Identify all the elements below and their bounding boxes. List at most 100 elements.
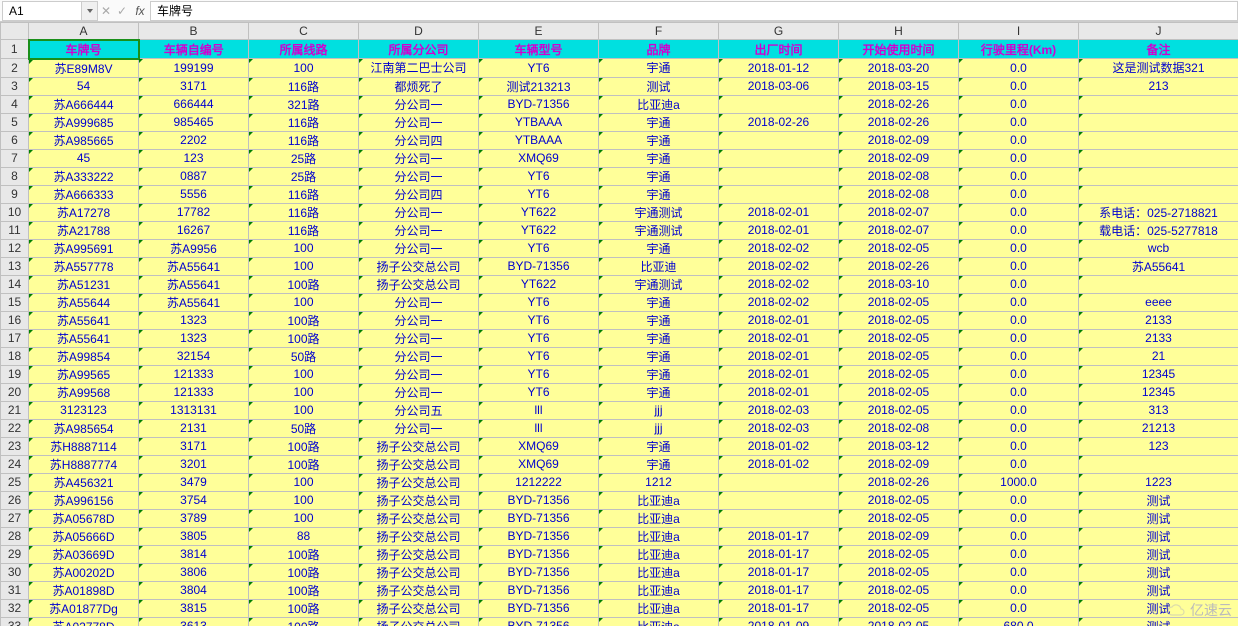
data-cell[interactable]: 0.0 xyxy=(959,149,1079,167)
data-cell[interactable]: 分公司一 xyxy=(359,293,479,311)
data-cell[interactable]: 88 xyxy=(249,527,359,545)
data-cell[interactable]: 0.0 xyxy=(959,599,1079,617)
header-cell[interactable]: 开始使用时间 xyxy=(839,40,959,59)
data-cell[interactable]: 苏A456321 xyxy=(29,473,139,491)
data-cell[interactable]: 2018-02-05 xyxy=(839,545,959,563)
row-header[interactable]: 24 xyxy=(1,455,29,473)
data-cell[interactable]: BYD-71356 xyxy=(479,617,599,626)
data-cell[interactable]: 16267 xyxy=(139,221,249,239)
data-cell[interactable]: eeee xyxy=(1079,293,1238,311)
data-cell[interactable]: 3806 xyxy=(139,563,249,581)
data-cell[interactable]: 2131 xyxy=(139,419,249,437)
row-header[interactable]: 29 xyxy=(1,545,29,563)
data-cell[interactable]: 2018-02-26 xyxy=(839,257,959,275)
data-cell[interactable]: 2018-02-09 xyxy=(839,527,959,545)
data-cell[interactable] xyxy=(1079,167,1238,185)
data-cell[interactable]: 0.0 xyxy=(959,509,1079,527)
data-cell[interactable] xyxy=(719,185,839,203)
data-cell[interactable]: 0.0 xyxy=(959,203,1079,221)
data-cell[interactable]: 比亚迪a xyxy=(599,545,719,563)
data-cell[interactable]: wcb xyxy=(1079,239,1238,257)
data-cell[interactable]: 比亚迪a xyxy=(599,617,719,626)
row-header[interactable]: 12 xyxy=(1,239,29,257)
data-cell[interactable]: 苏A99568 xyxy=(29,383,139,401)
data-cell[interactable]: 都烦死了 xyxy=(359,77,479,95)
data-cell[interactable] xyxy=(1079,131,1238,149)
data-cell[interactable]: 苏A996156 xyxy=(29,491,139,509)
data-cell[interactable]: 2018-01-17 xyxy=(719,545,839,563)
row-header[interactable]: 16 xyxy=(1,311,29,329)
data-cell[interactable]: 比亚迪a xyxy=(599,509,719,527)
data-cell[interactable]: 3805 xyxy=(139,527,249,545)
row-header[interactable]: 14 xyxy=(1,275,29,293)
data-cell[interactable]: 系电话：025-2718821 xyxy=(1079,203,1238,221)
data-cell[interactable]: YT6 xyxy=(479,347,599,365)
data-cell[interactable]: YT6 xyxy=(479,383,599,401)
data-cell[interactable]: XMQ69 xyxy=(479,437,599,455)
data-cell[interactable]: 分公司一 xyxy=(359,149,479,167)
data-cell[interactable]: 3479 xyxy=(139,473,249,491)
data-cell[interactable]: 2018-02-03 xyxy=(719,419,839,437)
data-cell[interactable]: 2018-02-05 xyxy=(839,509,959,527)
data-cell[interactable]: 2018-02-01 xyxy=(719,365,839,383)
data-cell[interactable]: 2018-02-02 xyxy=(719,293,839,311)
row-header[interactable]: 3 xyxy=(1,77,29,95)
data-cell[interactable]: 分公司一 xyxy=(359,221,479,239)
col-header-H[interactable]: H xyxy=(839,23,959,40)
data-cell[interactable]: 苏A02778D xyxy=(29,617,139,626)
data-cell[interactable]: 苏A9956 xyxy=(139,239,249,257)
data-cell[interactable]: 宇通测试 xyxy=(599,221,719,239)
data-cell[interactable] xyxy=(1079,275,1238,293)
data-cell[interactable]: 0.0 xyxy=(959,491,1079,509)
data-cell[interactable]: 2202 xyxy=(139,131,249,149)
data-cell[interactable]: 宇通 xyxy=(599,239,719,257)
data-cell[interactable]: 2018-02-05 xyxy=(839,329,959,347)
col-header-J[interactable]: J xyxy=(1079,23,1238,40)
data-cell[interactable]: 苏A00202D xyxy=(29,563,139,581)
select-all-corner[interactable] xyxy=(1,23,29,40)
data-cell[interactable] xyxy=(1079,149,1238,167)
data-cell[interactable]: 199199 xyxy=(139,59,249,78)
row-header[interactable]: 23 xyxy=(1,437,29,455)
data-cell[interactable]: 213 xyxy=(1079,77,1238,95)
row-header[interactable]: 5 xyxy=(1,113,29,131)
data-cell[interactable]: 扬子公交总公司 xyxy=(359,275,479,293)
data-cell[interactable]: 100路 xyxy=(249,563,359,581)
data-cell[interactable]: 100 xyxy=(249,293,359,311)
data-cell[interactable]: YTBAAA xyxy=(479,113,599,131)
data-cell[interactable]: 2018-01-02 xyxy=(719,455,839,473)
data-cell[interactable]: 0.0 xyxy=(959,59,1079,78)
data-cell[interactable]: 0.0 xyxy=(959,563,1079,581)
data-cell[interactable]: 116路 xyxy=(249,77,359,95)
header-cell[interactable]: 车辆自编号 xyxy=(139,40,249,59)
row-header[interactable]: 4 xyxy=(1,95,29,113)
data-cell[interactable]: 苏A55641 xyxy=(1079,257,1238,275)
data-cell[interactable]: 苏A51231 xyxy=(29,275,139,293)
data-cell[interactable]: 985465 xyxy=(139,113,249,131)
data-cell[interactable]: 2018-02-26 xyxy=(839,473,959,491)
row-header[interactable]: 8 xyxy=(1,167,29,185)
data-cell[interactable]: 分公司一 xyxy=(359,365,479,383)
row-header[interactable]: 25 xyxy=(1,473,29,491)
data-cell[interactable]: 45 xyxy=(29,149,139,167)
data-cell[interactable]: 0.0 xyxy=(959,239,1079,257)
data-cell[interactable]: 载电话：025-5277818 xyxy=(1079,221,1238,239)
data-cell[interactable]: 2018-02-02 xyxy=(719,257,839,275)
name-box-dropdown[interactable] xyxy=(82,1,98,21)
data-cell[interactable]: XMQ69 xyxy=(479,455,599,473)
data-cell[interactable]: 100路 xyxy=(249,545,359,563)
data-cell[interactable]: 116路 xyxy=(249,131,359,149)
data-cell[interactable]: 1212 xyxy=(599,473,719,491)
data-cell[interactable]: 2018-02-09 xyxy=(839,131,959,149)
row-header[interactable]: 17 xyxy=(1,329,29,347)
row-header[interactable]: 11 xyxy=(1,221,29,239)
data-cell[interactable]: 1313131 xyxy=(139,401,249,419)
data-cell[interactable]: 0.0 xyxy=(959,77,1079,95)
data-cell[interactable]: 2018-02-07 xyxy=(839,221,959,239)
data-cell[interactable]: 25路 xyxy=(249,167,359,185)
data-cell[interactable]: 宇通 xyxy=(599,347,719,365)
data-cell[interactable]: 分公司一 xyxy=(359,311,479,329)
data-cell[interactable]: 苏A666444 xyxy=(29,95,139,113)
data-cell[interactable]: YT6 xyxy=(479,239,599,257)
row-header[interactable]: 2 xyxy=(1,59,29,78)
